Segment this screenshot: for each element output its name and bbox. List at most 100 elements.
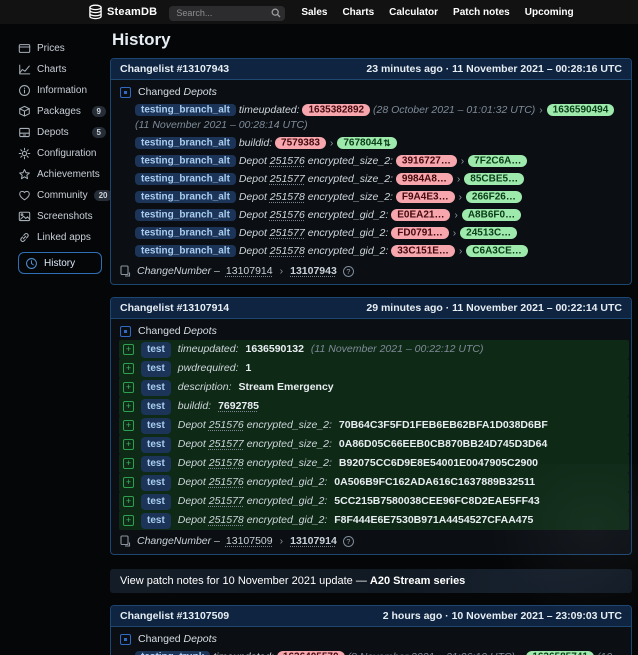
change-key: Depot 251578 encrypted_gid_2: xyxy=(178,513,327,528)
plus-icon: + xyxy=(123,515,134,526)
depot-id-link[interactable]: 251576 xyxy=(209,476,244,488)
depot-id-link[interactable]: 251578 xyxy=(209,514,244,526)
link-icon xyxy=(18,231,31,244)
depot-id-link[interactable]: 251578 xyxy=(270,191,305,203)
changenumber-old-link[interactable]: 13107914 xyxy=(226,265,273,277)
nav-link-patch-notes[interactable]: Patch notes xyxy=(453,7,510,18)
change-row: testing_branch_alt Depot 251576 encrypte… xyxy=(111,152,631,170)
changelist-link[interactable]: Changelist #13107943 xyxy=(120,63,229,75)
depot-id-link[interactable]: 251576 xyxy=(209,419,244,431)
depot-badge[interactable]: testing_branch_alt xyxy=(135,155,236,167)
added-value: Stream Emergency xyxy=(239,380,334,395)
changenumber-icon xyxy=(120,535,131,547)
sidebar-item-history[interactable]: History xyxy=(18,252,102,274)
change-row: +test Depot 251577 encrypted_gid_2: 5CC2… xyxy=(119,492,629,511)
depot-badge[interactable]: testing_trunk xyxy=(135,651,210,655)
depot-badge[interactable]: test xyxy=(141,475,171,491)
sidebar-item-charts[interactable]: Charts xyxy=(18,59,106,80)
change-key: buildid: xyxy=(239,137,272,149)
nav-link-calculator[interactable]: Calculator xyxy=(389,7,438,18)
depot-badge[interactable]: test xyxy=(141,494,171,510)
search-input[interactable] xyxy=(169,6,285,21)
collapse-icon[interactable] xyxy=(120,634,131,645)
change-key: Depot 251577 encrypted_gid_2: xyxy=(178,494,327,509)
patch-notes-banner[interactable]: View patch notes for 10 November 2021 up… xyxy=(110,569,632,593)
depot-badge[interactable]: test xyxy=(141,399,171,415)
nav-link-charts[interactable]: Charts xyxy=(342,7,374,18)
sidebar-item-achievements[interactable]: Achievements xyxy=(18,164,106,185)
added-value: 1636590132 xyxy=(246,342,304,357)
collapse-icon[interactable] xyxy=(120,87,131,98)
change-key: timeupdated: xyxy=(178,342,239,357)
old-value-badge: 1635382892 xyxy=(302,104,370,116)
sidebar-item-community[interactable]: Community20 xyxy=(18,185,106,206)
change-key: description: xyxy=(178,380,232,395)
changenumber-new-link[interactable]: 13107943 xyxy=(290,265,337,277)
depot-badge[interactable]: test xyxy=(141,361,171,377)
sidebar-item-prices[interactable]: Prices xyxy=(18,38,106,59)
changelist-timestamp: 29 minutes ago · 11 November 2021 – 00:2… xyxy=(366,302,622,314)
depot-id-link[interactable]: 251577 xyxy=(270,173,305,185)
sidebar-item-label: Community xyxy=(37,190,88,201)
change-key: Depot 251576 encrypted_size_2: xyxy=(239,155,393,167)
added-value: B92075CC6D9E8E54001E0047905C2900 xyxy=(339,456,538,471)
sidebar-item-linked-apps[interactable]: Linked apps xyxy=(18,227,106,248)
change-arrow: › xyxy=(457,155,468,167)
changelist-header: Changelist #13107914 29 minutes ago · 11 … xyxy=(111,298,631,319)
depot-badge[interactable]: testing_branch_alt xyxy=(135,104,236,116)
main-content: History Changelist #1310794323 minutes a… xyxy=(108,24,638,655)
depot-badge[interactable]: testing_branch_alt xyxy=(135,173,236,185)
change-key: Depot 251578 encrypted_size_2: xyxy=(178,456,332,471)
sidebar-item-label: Depots xyxy=(37,127,69,138)
section-label: Changed Depots xyxy=(138,325,217,337)
collapse-icon[interactable] xyxy=(120,326,131,337)
depot-badge[interactable]: testing_branch_alt xyxy=(135,227,236,239)
depot-id-link[interactable]: 251578 xyxy=(270,245,305,257)
sidebar-item-screenshots[interactable]: Screenshots xyxy=(18,206,106,227)
depot-badge[interactable]: testing_branch_alt xyxy=(135,137,236,149)
depot-badge[interactable]: testing_branch_alt xyxy=(135,191,236,203)
change-arrow: › xyxy=(453,173,464,185)
depot-badge[interactable]: test xyxy=(141,456,171,472)
steamdb-logo[interactable]: SteamDB xyxy=(88,4,157,20)
changenumber-old-link[interactable]: 13107509 xyxy=(226,535,273,547)
help-icon[interactable]: ? xyxy=(343,536,354,547)
change-arrow: › xyxy=(279,535,285,547)
depot-id-link[interactable]: 251576 xyxy=(270,155,305,167)
sidebar-item-information[interactable]: Information xyxy=(18,80,106,101)
depot-badge[interactable]: testing_branch_alt xyxy=(135,209,236,221)
depot-id-link[interactable]: 251576 xyxy=(270,209,305,221)
plus-icon: + xyxy=(123,382,134,393)
changenumber-row: ChangeNumber – 13107914 › 13107943? xyxy=(111,260,631,282)
depot-id-link[interactable]: 251578 xyxy=(209,457,244,469)
depot-badge[interactable]: test xyxy=(141,342,171,358)
depot-id-link[interactable]: 251577 xyxy=(209,495,244,507)
changenumber-new-link[interactable]: 13107914 xyxy=(290,535,337,547)
depot-badge[interactable]: test xyxy=(141,513,171,529)
depot-badge[interactable]: test xyxy=(141,418,171,434)
change-arrow: › xyxy=(450,209,461,221)
nav-link-sales[interactable]: Sales xyxy=(301,7,327,18)
plus-icon: + xyxy=(123,458,134,469)
changelist-header: Changelist #1310794323 minutes ago · 11 … xyxy=(111,59,631,80)
changelist-link[interactable]: Changelist #13107509 xyxy=(120,610,229,622)
added-value: F8F444E6E7530B971A4454527CFAA475 xyxy=(334,513,533,528)
depot-id-link[interactable]: 251577 xyxy=(270,227,305,239)
nav-link-upcoming[interactable]: Upcoming xyxy=(525,7,574,18)
changelist-link[interactable]: Changelist #13107914 xyxy=(120,302,229,314)
old-value-badge: F9A4E3… xyxy=(396,191,455,203)
change-row: +test pwdrequired: 1 xyxy=(119,359,629,378)
sidebar-item-packages[interactable]: Packages9 xyxy=(18,101,106,122)
build-diff-icon[interactable]: ⇅ xyxy=(383,138,391,148)
help-icon[interactable]: ? xyxy=(343,266,354,277)
sidebar-item-depots[interactable]: Depots5 xyxy=(18,122,106,143)
navbar-links: Sales Charts Calculator Patch notes Upcoming xyxy=(301,7,573,18)
depot-badge[interactable]: testing_branch_alt xyxy=(135,245,236,257)
sidebar-item-configuration[interactable]: Configuration xyxy=(18,143,106,164)
depot-id-link[interactable]: 251577 xyxy=(209,438,244,450)
depot-badge[interactable]: test xyxy=(141,437,171,453)
change-row: testing_branch_alt timeupdated: 16353828… xyxy=(111,101,631,134)
depot-badge[interactable]: test xyxy=(141,380,171,396)
plus-icon: + xyxy=(123,401,134,412)
sidebar-item-badge: 9 xyxy=(92,106,106,117)
